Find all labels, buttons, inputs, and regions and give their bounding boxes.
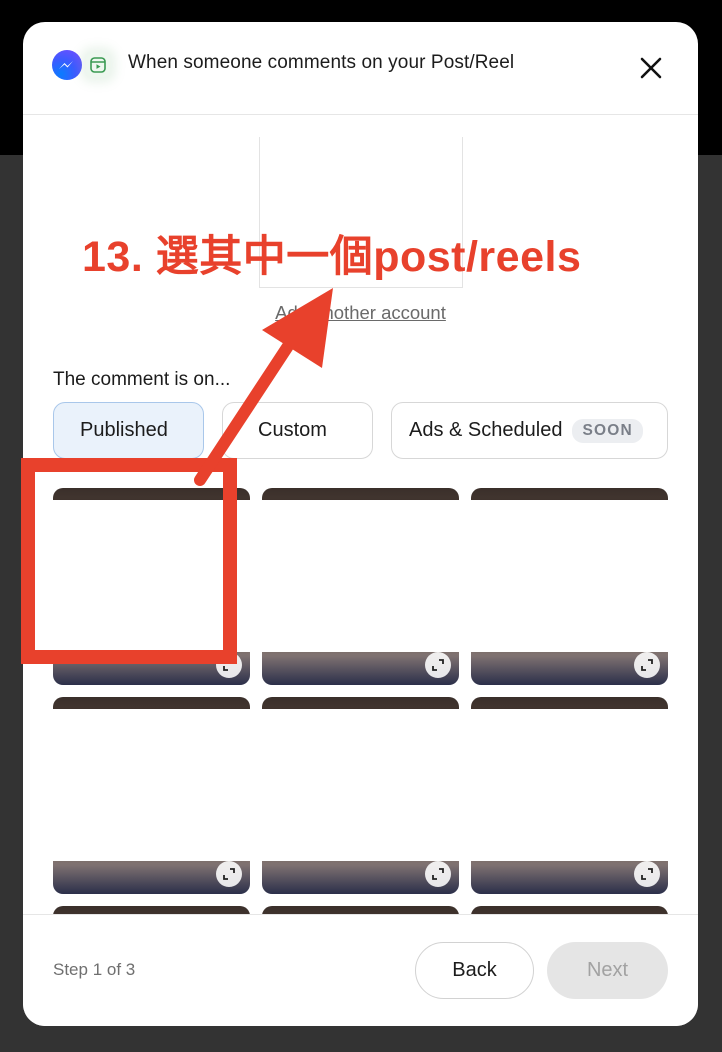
tab-label: Custom	[258, 419, 327, 441]
close-icon[interactable]	[638, 55, 664, 81]
thumbnail-cover	[262, 500, 459, 652]
post-thumbnail[interactable]	[471, 697, 668, 894]
tab-ads-scheduled[interactable]: Ads & Scheduled SOON	[391, 402, 668, 459]
expand-icon[interactable]	[216, 861, 242, 887]
expand-icon[interactable]	[425, 861, 451, 887]
tab-label: Ads & Scheduled	[409, 419, 563, 441]
thumbnail-cover	[471, 500, 668, 652]
post-thumbnail[interactable]	[471, 906, 668, 914]
expand-icon[interactable]	[216, 652, 242, 678]
tab-published[interactable]: Published	[53, 402, 204, 459]
post-thumbnail[interactable]	[53, 906, 250, 914]
source-question: The comment is on...	[53, 369, 231, 390]
thumbnail-cover	[471, 709, 668, 861]
modal-footer: Step 1 of 3 Back Next	[23, 914, 698, 1026]
post-thumbnail[interactable]	[471, 488, 668, 685]
post-thumbnail[interactable]	[53, 697, 250, 894]
tab-custom[interactable]: Custom	[222, 402, 373, 459]
next-button[interactable]: Next	[547, 942, 668, 999]
reel-icon	[86, 53, 110, 77]
back-button[interactable]: Back	[415, 942, 534, 999]
soon-badge: SOON	[572, 418, 643, 443]
post-thumbnail[interactable]	[262, 488, 459, 685]
thumbnail-cover	[53, 709, 250, 861]
expand-icon[interactable]	[425, 652, 451, 678]
step-indicator: Step 1 of 3	[53, 960, 136, 979]
thumbnail-cover	[262, 709, 459, 861]
expand-icon[interactable]	[634, 652, 660, 678]
post-thumbnail[interactable]	[262, 906, 459, 914]
modal-header: When someone comments on your Post/Reel	[23, 22, 698, 115]
post-thumbnail[interactable]	[262, 697, 459, 894]
annotation-text: 13. 選其中一個post/reels	[82, 233, 582, 281]
post-grid	[23, 484, 698, 914]
thumbnail-cover	[53, 500, 250, 652]
post-thumbnail[interactable]	[53, 488, 250, 685]
tab-label: Published	[80, 419, 168, 441]
messenger-icon	[52, 50, 82, 80]
modal-title: When someone comments on your Post/Reel	[128, 52, 515, 73]
expand-icon[interactable]	[634, 861, 660, 887]
add-account-link[interactable]: Add another account	[23, 302, 698, 324]
trigger-modal: When someone comments on your Post/Reel …	[23, 22, 698, 1026]
